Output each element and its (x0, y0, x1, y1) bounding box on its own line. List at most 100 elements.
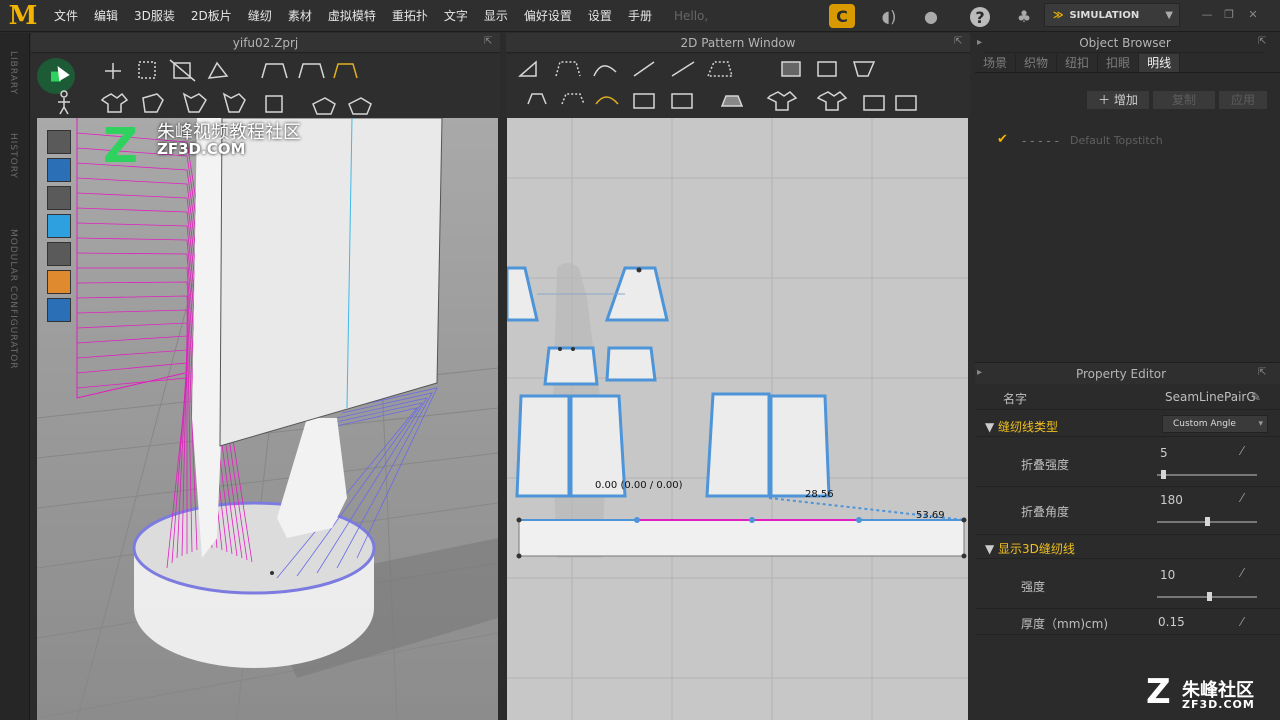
thickness-label: 厚度（mm)cm) (1021, 617, 1109, 631)
pin-icon[interactable]: ⁄ (1241, 444, 1243, 458)
fold-angle-label: 折叠角度 (1021, 505, 1070, 519)
add-button[interactable]: ＋ 增加 (1086, 90, 1150, 110)
rail-library[interactable]: LIBRARY (8, 51, 18, 95)
help-icon[interactable]: ? (970, 7, 990, 27)
panel-arrow-icon[interactable]: ▸ (977, 37, 982, 48)
view2d-canvas[interactable]: 0.00 (0.00 / 0.00) 28.56 53.69 (507, 118, 968, 720)
rail-modular-configurator[interactable]: MODULAR CONFIGURATOR (8, 229, 18, 370)
pattern-waistband (518, 519, 965, 557)
sew-tool-icon (261, 63, 288, 79)
pin-icon[interactable]: ⁄ (1241, 615, 1243, 629)
measure-label-b: 28.56 (805, 489, 834, 500)
internal-rect-icon (817, 61, 837, 77)
menu-item-8[interactable]: 文字 (436, 0, 476, 32)
intensity-slider[interactable] (1157, 592, 1257, 601)
menu-item-11[interactable]: 设置 (580, 0, 620, 32)
simulation-dropdown[interactable]: ≫ SIMULATION ▼ (1044, 3, 1180, 27)
seam-tool-icon (527, 93, 547, 105)
tab-fabric[interactable]: 织物 (1016, 54, 1058, 72)
view2d-toolbar (506, 54, 970, 118)
avatar-display-icon[interactable] (47, 186, 71, 210)
apply-button[interactable]: 应用 (1218, 90, 1268, 110)
pin-icon[interactable]: ⁄ (1241, 491, 1243, 505)
view3d-toolbar: ■ (31, 54, 500, 118)
cloud-icon[interactable]: C (829, 4, 855, 28)
menu-item-4[interactable]: 缝纫 (240, 0, 280, 32)
section-seam-type[interactable]: ▼ 缝纫线类型 (985, 418, 1058, 435)
fold-angle-knob[interactable] (1204, 517, 1210, 526)
menu-item-3[interactable]: 2D板片 (183, 0, 240, 32)
maximize-button[interactable]: ❐ (1220, 8, 1238, 24)
check-icon: ✔ (997, 132, 1008, 147)
tack-pattern-icon (633, 93, 655, 109)
divider (975, 534, 1280, 535)
menu-item-5[interactable]: 素材 (280, 0, 320, 32)
tab-topstitch[interactable]: 明线 (1139, 54, 1181, 72)
tab-scene[interactable]: 场景 (975, 54, 1017, 72)
pattern-front-left (515, 394, 571, 498)
pattern-back-left (705, 392, 771, 498)
globe-icon[interactable] (47, 298, 71, 322)
minimize-button[interactable]: — (1198, 8, 1216, 24)
user-icon[interactable]: ● (918, 4, 944, 28)
select-tool-icon (138, 61, 156, 79)
skin-display-icon[interactable] (47, 270, 71, 294)
watermark-logo-icon: Z (103, 118, 138, 174)
add-button-label: 增加 (1113, 93, 1138, 107)
menu-item-9[interactable]: 显示 (476, 0, 516, 32)
seam-type-select[interactable]: Custom Angle ▾ (1162, 415, 1268, 433)
close-button[interactable]: ✕ (1244, 8, 1262, 24)
prop-name-value[interactable]: SeamLinePairG (1165, 390, 1256, 404)
tab-buttonhole[interactable]: 扣眼 (1098, 54, 1140, 72)
view2d-patterns (507, 118, 968, 720)
fold-strength-slider[interactable] (1157, 470, 1257, 479)
shirt-pattern-icon (766, 91, 798, 111)
expand-icon[interactable]: ⇱ (1258, 36, 1266, 47)
menu-item-2[interactable]: 3D服装 (126, 0, 183, 32)
panel-arrow-icon[interactable]: ▸ (977, 367, 982, 378)
menu-item-10[interactable]: 偏好设置 (516, 0, 580, 32)
fold-angle-value[interactable]: 180 (1160, 493, 1183, 507)
menu-item-7[interactable]: 重拓扑 (384, 0, 436, 32)
pencil-icon[interactable]: ✎ (1251, 390, 1261, 404)
particle-icon[interactable] (47, 158, 71, 182)
copy-button[interactable]: 复制 (1152, 90, 1216, 110)
texture-display-icon[interactable] (47, 214, 71, 238)
object-browser-title: Object Browser (985, 33, 1265, 53)
hello-text: Hello, (673, 8, 709, 23)
garment-icon[interactable]: ♣ (1011, 4, 1037, 28)
fold-strength-value[interactable]: 5 (1160, 446, 1168, 460)
hand-icon[interactable] (47, 242, 71, 266)
shirt-tool-icon (100, 92, 129, 113)
watermark-en: ZF3D.COM (157, 140, 246, 158)
divider (975, 608, 1280, 609)
menu-item-6[interactable]: 虚拟模特 (320, 0, 384, 32)
expand-icon[interactable]: ⇱ (1258, 367, 1266, 378)
topstitch-item[interactable]: Default Topstitch (1070, 134, 1163, 147)
intensity-value[interactable]: 10 (1160, 568, 1175, 582)
menu-item-12[interactable]: 手册 (620, 0, 660, 32)
fold-strength-knob[interactable] (1160, 470, 1166, 479)
rail-history[interactable]: HISTORY (8, 133, 18, 179)
view3d-title: yifu02.Zprj (31, 33, 500, 53)
free-seam-icon (561, 93, 585, 105)
pin-icon[interactable]: ⁄ (1241, 566, 1243, 580)
simulation-icon: ≫ (1053, 9, 1064, 21)
thickness-value[interactable]: 0.15 (1158, 615, 1185, 629)
fold-angle-slider[interactable] (1157, 517, 1257, 526)
section-show-3d[interactable]: ▼ 显示3D缝纫线 (985, 540, 1075, 557)
menu-item-1[interactable]: 编辑 (86, 0, 126, 32)
menu-item-0[interactable]: 文件 (46, 0, 86, 32)
expand-icon[interactable]: ⇱ (484, 36, 492, 47)
simulation-label: SIMULATION (1069, 9, 1140, 21)
measure-label-c: 53.69 (916, 510, 945, 521)
expand-icon[interactable]: ⇱ (954, 36, 962, 47)
view3d-canvas[interactable]: Z 朱峰视频教程社区 ZF3D.COM (37, 118, 498, 720)
speaker-icon[interactable]: ◖) (876, 4, 902, 28)
intensity-knob[interactable] (1207, 592, 1213, 601)
tab-button[interactable]: 纽扣 (1057, 54, 1099, 72)
view3d-tool-icons (58, 59, 372, 115)
pattern-back-right (769, 394, 831, 498)
add-point-icon (633, 61, 655, 77)
shirt-display-icon[interactable] (47, 130, 71, 154)
